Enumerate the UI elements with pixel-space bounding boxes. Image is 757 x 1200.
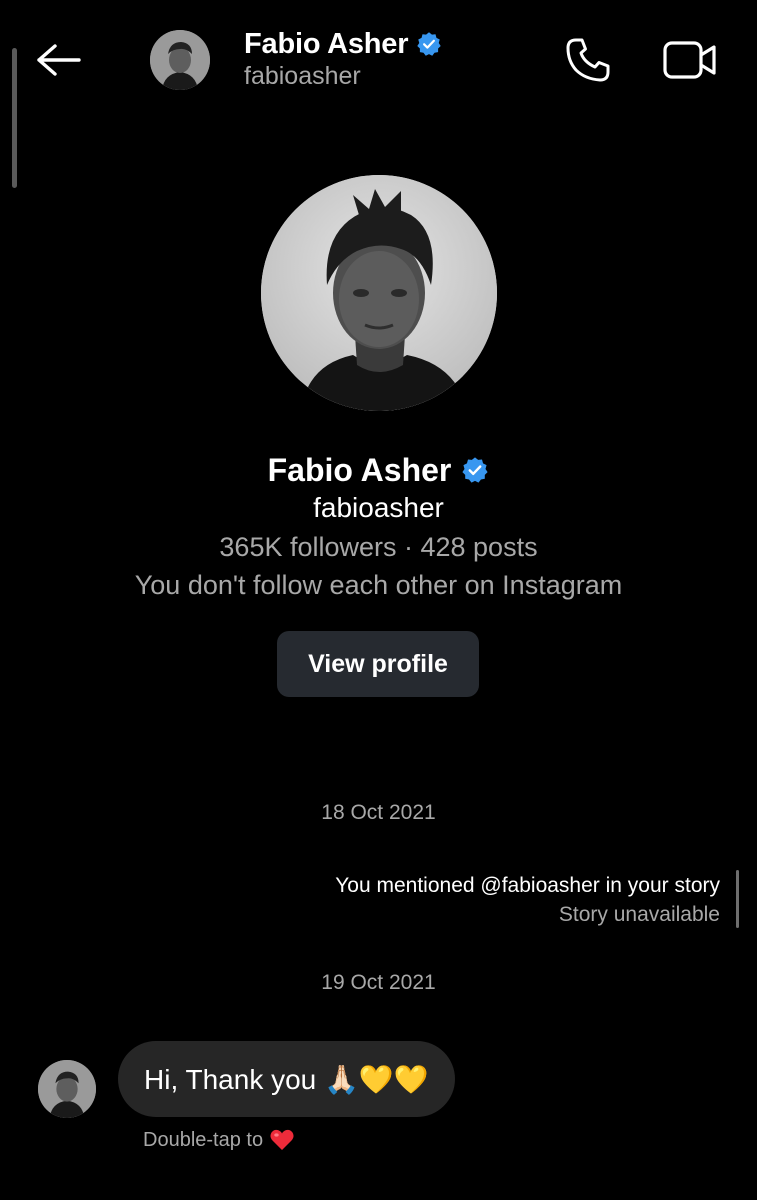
- profile-avatar[interactable]: [261, 175, 497, 411]
- profile-name-row: Fabio Asher: [0, 448, 757, 492]
- message-bubble[interactable]: Hi, Thank you 🙏🏻💛💛: [118, 1041, 455, 1117]
- video-camera-icon: [663, 41, 716, 79]
- arrow-left-icon: [37, 44, 81, 76]
- header-avatar[interactable]: [150, 30, 210, 90]
- date-separator: 18 Oct 2021: [321, 801, 436, 824]
- story-mention-message[interactable]: You mentioned @fabioasher in your story …: [335, 872, 720, 929]
- phone-icon: [566, 38, 610, 82]
- story-mention-bar: [736, 870, 739, 928]
- verified-badge-icon: [462, 457, 488, 483]
- story-mention-text: You mentioned @fabioasher in your story: [335, 874, 720, 897]
- avatar-photo: [38, 1060, 96, 1118]
- double-tap-hint-text: Double-tap to: [143, 1128, 264, 1151]
- view-profile-button[interactable]: View profile: [277, 631, 479, 697]
- avatar-photo: [150, 30, 210, 90]
- header-username: fabioasher: [244, 62, 361, 90]
- scroll-indicator[interactable]: [12, 48, 17, 188]
- sender-avatar[interactable]: [38, 1060, 96, 1118]
- back-button[interactable]: [30, 36, 86, 84]
- profile-username: fabioasher: [313, 492, 444, 523]
- heart-icon: [270, 1129, 294, 1150]
- verified-badge-icon: [417, 32, 442, 56]
- date-separator: 19 Oct 2021: [321, 971, 436, 994]
- header-name-row[interactable]: Fabio Asher: [244, 24, 442, 64]
- profile-name: Fabio Asher: [267, 451, 452, 488]
- profile-stats: 365K followers · 428 posts: [219, 532, 538, 562]
- story-unavailable-text: Story unavailable: [558, 903, 720, 926]
- follow-relation-text: You don't follow each other on Instagram: [134, 570, 623, 600]
- profile-photo: [261, 175, 497, 411]
- double-tap-hint: Double-tap to: [143, 1128, 295, 1152]
- call-button[interactable]: [560, 32, 616, 88]
- header-name: Fabio Asher: [244, 27, 409, 60]
- video-call-button[interactable]: [660, 32, 720, 88]
